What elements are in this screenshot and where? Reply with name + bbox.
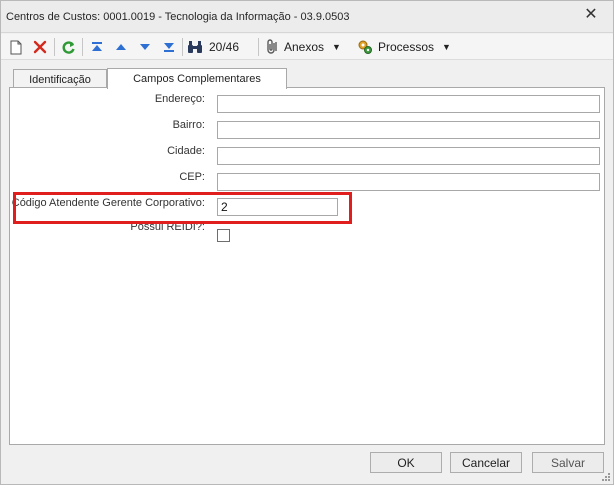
bairro-label: Bairro: — [172, 119, 205, 131]
processes-menu-button[interactable]: Processos ▼ — [357, 37, 457, 57]
title-bar: Centros de Custos: 0001.0019 - Tecnologi… — [1, 1, 613, 33]
tab-identificacao[interactable]: Identificação — [13, 69, 107, 89]
gears-icon — [358, 40, 372, 54]
cancel-label: Cancelar — [461, 455, 511, 470]
toolbar: 20/46 Anexos ▼ Processos ▼ — [1, 34, 613, 60]
endereco-label: Endereço: — [154, 93, 205, 105]
attachments-menu-button[interactable]: Anexos ▼ — [265, 37, 349, 57]
delete-x-icon — [33, 40, 47, 54]
toolbar-separator — [258, 38, 259, 56]
binoculars-icon — [188, 41, 202, 53]
endereco-field[interactable] — [217, 95, 600, 113]
refresh-icon — [62, 40, 75, 54]
cep-field[interactable] — [217, 173, 600, 191]
save-button[interactable]: Salvar — [532, 452, 604, 473]
first-record-button[interactable] — [88, 37, 106, 57]
cidade-field[interactable] — [217, 147, 600, 165]
possui-reidi-label: Possui REIDI?: — [130, 221, 205, 233]
dialog-window: Centros de Custos: 0001.0019 - Tecnologi… — [0, 0, 614, 485]
previous-record-button[interactable] — [112, 37, 130, 57]
toolbar-separator — [182, 38, 183, 56]
toolbar-separator — [54, 38, 55, 56]
first-record-icon — [92, 42, 102, 51]
paperclip-icon — [267, 39, 277, 54]
cidade-label: Cidade: — [167, 145, 205, 157]
delete-record-button[interactable] — [31, 37, 49, 57]
tab-campos-complementares[interactable]: Campos Complementares — [107, 68, 287, 89]
record-counter: 20/46 — [209, 40, 240, 54]
record-search-button[interactable]: 20/46 — [187, 37, 247, 57]
tab-content-panel — [9, 87, 605, 445]
codigo-atendente-label: Código Atendente Gerente Corporativo: — [11, 197, 205, 209]
tab-label: Identificação — [29, 73, 91, 86]
window-title: Centros de Custos: 0001.0019 - Tecnologi… — [6, 11, 350, 23]
new-record-button[interactable] — [7, 37, 25, 57]
cep-label: CEP: — [179, 171, 205, 183]
new-document-icon — [10, 40, 22, 54]
tab-label: Campos Complementares — [133, 73, 261, 85]
save-label: Salvar — [550, 455, 585, 470]
last-record-icon — [164, 43, 174, 52]
processes-label: Processos — [378, 40, 435, 54]
close-icon[interactable]: ✕ — [583, 7, 599, 23]
attachments-label: Anexos — [284, 40, 325, 54]
previous-record-icon — [116, 44, 126, 50]
next-record-icon — [140, 44, 150, 50]
toolbar-separator — [82, 38, 83, 56]
chevron-down-icon: ▼ — [442, 42, 451, 52]
chevron-down-icon: ▼ — [332, 42, 341, 52]
next-record-button[interactable] — [136, 37, 154, 57]
codigo-atendente-field[interactable] — [217, 198, 338, 216]
ok-button[interactable]: OK — [370, 452, 442, 473]
possui-reidi-checkbox[interactable] — [217, 229, 230, 242]
refresh-button[interactable] — [59, 37, 77, 57]
ok-label: OK — [397, 455, 415, 470]
bairro-field[interactable] — [217, 121, 600, 139]
last-record-button[interactable] — [160, 37, 178, 57]
resize-grip-icon[interactable] — [601, 472, 611, 482]
cancel-button[interactable]: Cancelar — [450, 452, 522, 473]
